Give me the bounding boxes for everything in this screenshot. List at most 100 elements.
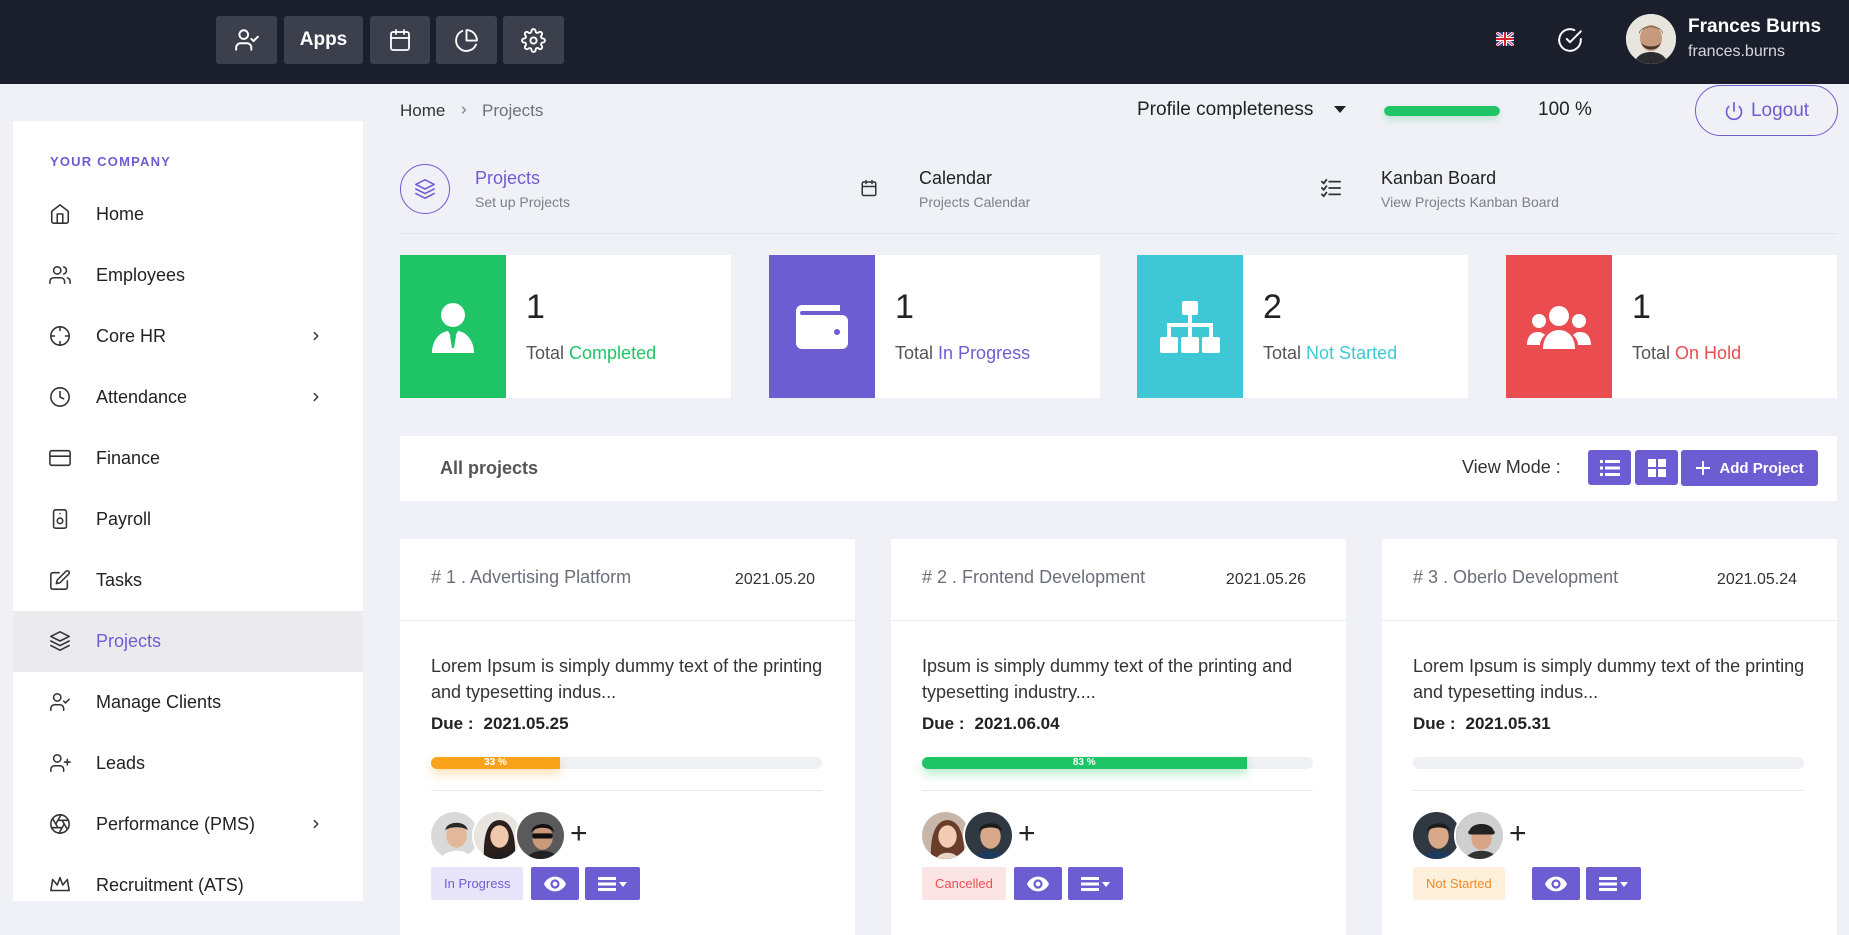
reports-button[interactable] <box>436 16 497 64</box>
project-card[interactable]: # 3 . Oberlo Development 2021.05.24 Lore… <box>1382 539 1837 935</box>
sidebar-item-attendance[interactable]: Attendance <box>13 367 363 428</box>
user-check-button[interactable] <box>216 16 277 64</box>
sidebar-item-label: Employees <box>96 265 186 285</box>
sidebar-item-payroll[interactable]: Payroll <box>13 489 363 550</box>
checklist-icon[interactable] <box>1320 178 1342 198</box>
stat-card-in-progress[interactable]: 1 Total In Progress <box>769 255 1100 398</box>
logout-button[interactable]: Logout <box>1695 85 1838 136</box>
sidebar-item-recruitment[interactable]: Recruitment (ATS) <box>13 855 363 901</box>
user-login: frances.burns <box>1688 43 1785 60</box>
project-card[interactable]: # 1 . Advertising Platform 2021.05.20 Lo… <box>400 539 855 935</box>
sidebar-item-employees[interactable]: Employees <box>13 245 363 306</box>
clock-icon <box>50 387 70 407</box>
credit-card-icon <box>49 449 71 467</box>
tasks-check-icon[interactable] <box>1557 27 1583 53</box>
calendar-icon <box>390 29 410 51</box>
sidebar-item-finance[interactable]: Finance <box>13 428 363 489</box>
project-progress-fill: 33 % <box>431 757 561 769</box>
due-label: Due : <box>922 714 965 733</box>
sidebar-item-leads[interactable]: Leads <box>13 733 363 794</box>
subnav-projects[interactable]: Projects <box>475 168 540 189</box>
sidebar-item-label: Finance <box>96 448 161 468</box>
project-progress-bar <box>1413 757 1804 769</box>
project-due: Due : 2021.05.25 <box>431 714 569 734</box>
status-badge: In Progress <box>431 867 524 900</box>
stat-status: Completed <box>569 343 657 363</box>
stat-tile <box>1137 255 1243 398</box>
avatar[interactable] <box>963 810 1014 861</box>
logout-label: Logout <box>1750 99 1810 121</box>
users-group-icon <box>1527 305 1591 349</box>
grid-view-button[interactable] <box>1635 450 1678 485</box>
sidebar-item-performance[interactable]: Performance (PMS) <box>13 794 363 855</box>
stat-caption: Total On Hold <box>1632 343 1741 364</box>
view-project-button[interactable] <box>1014 867 1062 900</box>
avatar[interactable] <box>515 810 566 861</box>
project-date: 2021.05.20 <box>734 571 815 588</box>
home-icon <box>50 204 70 224</box>
apps-button[interactable]: Apps <box>284 16 363 64</box>
sidebar-item-label: Recruitment (ATS) <box>96 875 244 895</box>
project-progress-fill: 83 % <box>922 757 1247 769</box>
stat-card-on-hold[interactable]: 1 Total On Hold <box>1506 255 1837 398</box>
sidebar-item-manage-clients[interactable]: Manage Clients <box>13 672 363 733</box>
calendar-button[interactable] <box>370 16 430 64</box>
safe-icon <box>52 509 68 529</box>
stat-card-not-started[interactable]: 2 Total Not Started <box>1137 255 1468 398</box>
subnav-kanban[interactable]: Kanban Board <box>1381 168 1496 189</box>
language-flag-icon[interactable] <box>1496 32 1514 46</box>
add-member-icon[interactable]: + <box>1018 817 1036 851</box>
project-description: Lorem Ipsum is simply dummy text of the … <box>431 656 823 702</box>
add-member-icon[interactable]: + <box>1509 817 1527 851</box>
project-actions-dropdown[interactable] <box>585 867 640 900</box>
chevron-right-icon <box>461 106 467 114</box>
subnav-calendar[interactable]: Calendar <box>919 168 992 189</box>
user-name: Frances Burns <box>1688 16 1822 37</box>
subnav-projects-icon-wrap[interactable] <box>400 164 450 214</box>
crown-icon <box>50 876 70 892</box>
view-project-button[interactable] <box>1532 867 1580 900</box>
profile-progress-fill <box>1384 106 1500 116</box>
sidebar-item-projects[interactable]: Projects <box>13 611 363 672</box>
divider <box>431 790 822 791</box>
project-title[interactable]: # 3 . Oberlo Development <box>1413 567 1618 588</box>
sidebar-item-core-hr[interactable]: Core HR <box>13 306 363 367</box>
stat-count: 1 <box>1632 288 1651 326</box>
gear-icon <box>521 27 546 53</box>
user-tie-icon <box>432 302 474 353</box>
list-icon <box>1599 459 1620 476</box>
user-avatar[interactable] <box>1626 14 1676 64</box>
stat-tile <box>769 255 875 398</box>
menu-dropdown-icon <box>1080 876 1110 891</box>
project-card[interactable]: # 2 . Frontend Development 2021.05.26 Ip… <box>891 539 1346 935</box>
menu-dropdown-icon <box>1598 876 1628 891</box>
sidebar-item-tasks[interactable]: Tasks <box>13 550 363 611</box>
add-project-button[interactable]: Add Project <box>1681 450 1818 486</box>
settings-button[interactable] <box>503 16 564 64</box>
edit-icon <box>50 570 70 590</box>
user-check-icon <box>234 29 259 51</box>
project-actions-dropdown[interactable] <box>1068 867 1123 900</box>
calendar-icon[interactable] <box>860 179 878 197</box>
project-description: Lorem Ipsum is simply dummy text of the … <box>1413 656 1805 702</box>
breadcrumb-home[interactable]: Home <box>400 101 445 121</box>
add-member-icon[interactable]: + <box>570 817 588 851</box>
stat-card-completed[interactable]: 1 Total Completed <box>400 255 731 398</box>
wallet-icon <box>796 304 848 349</box>
view-project-button[interactable] <box>531 867 579 900</box>
avatar[interactable] <box>1454 810 1505 861</box>
sidebar-item-home[interactable]: Home <box>13 184 363 245</box>
company-label: YOUR COMPANY <box>50 154 172 169</box>
stat-count: 1 <box>526 288 545 326</box>
crosshair-icon <box>50 326 70 346</box>
eye-icon <box>544 876 566 891</box>
list-view-button[interactable] <box>1588 450 1631 485</box>
sitemap-icon <box>1160 300 1220 353</box>
view-mode-label: View Mode : <box>1462 457 1561 477</box>
project-title[interactable]: # 2 . Frontend Development <box>922 567 1145 588</box>
project-title[interactable]: # 1 . Advertising Platform <box>431 567 631 588</box>
project-actions-dropdown[interactable] <box>1586 867 1641 900</box>
project-description: Ipsum is simply dummy text of the printi… <box>922 656 1293 702</box>
profile-completeness-dropdown[interactable]: Profile completeness <box>1137 99 1313 121</box>
caret-down-icon[interactable] <box>1334 106 1346 113</box>
